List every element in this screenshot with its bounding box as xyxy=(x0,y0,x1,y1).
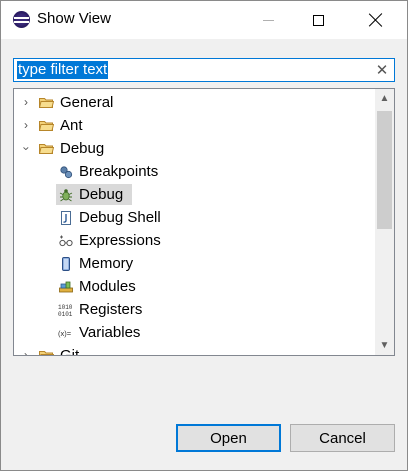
tree-item-label: Debug xyxy=(79,186,124,203)
tree-item-label: Registers xyxy=(79,301,143,318)
filter-input-value: type filter text xyxy=(17,61,109,79)
debug-shell-icon xyxy=(61,211,71,225)
window-title: Show View xyxy=(37,10,111,27)
tree-item-debug-folder[interactable]: › Debug xyxy=(14,137,374,160)
filter-input[interactable]: type filter text ✕ xyxy=(13,58,395,82)
tree-item-label: Git xyxy=(60,347,80,356)
folder-icon xyxy=(39,121,54,131)
tree-item-expressions[interactable]: Expressions xyxy=(14,229,374,252)
clear-filter-icon[interactable]: ✕ xyxy=(374,61,390,79)
tree-item-debug-view[interactable]: Debug xyxy=(14,183,374,206)
tree-item-label: Modules xyxy=(79,278,136,295)
cancel-button[interactable]: Cancel xyxy=(290,424,395,452)
expand-chevron-icon[interactable]: › xyxy=(20,91,32,114)
tree-item-label: Debug xyxy=(60,140,105,157)
svg-text:1010: 1010 xyxy=(58,304,73,311)
tree-item-label: Expressions xyxy=(79,232,161,249)
scroll-up-arrow-icon[interactable]: ▲ xyxy=(375,90,394,107)
open-button[interactable]: Open xyxy=(176,424,281,452)
bug-icon xyxy=(59,189,73,202)
expand-chevron-icon[interactable]: › xyxy=(20,344,32,355)
folder-icon xyxy=(39,98,54,108)
close-icon xyxy=(369,13,383,27)
tree-item-label: Memory xyxy=(79,255,134,272)
svg-text:(x)=: (x)= xyxy=(58,329,72,338)
tree-item-registers[interactable]: 1010 0101 Registers xyxy=(14,298,374,321)
view-tree[interactable]: › General › Ant › Debug Breakpoints Debu… xyxy=(13,88,395,356)
tree-item-label: Variables xyxy=(79,324,141,341)
folder-icon xyxy=(39,351,54,355)
tree-item-label: Debug Shell xyxy=(79,209,161,226)
eclipse-logo-icon xyxy=(13,11,30,28)
maximize-icon xyxy=(312,14,324,26)
close-button[interactable] xyxy=(353,1,399,39)
show-view-dialog: Show View type filter text ✕ › General › xyxy=(0,0,408,471)
variables-icon: (x)= xyxy=(58,329,72,338)
scrollbar-thumb[interactable] xyxy=(377,111,392,229)
breakpoints-icon xyxy=(60,166,73,179)
vertical-scrollbar[interactable]: ▲ ▼ xyxy=(375,89,394,355)
modules-icon xyxy=(59,281,73,293)
tree-item-label: Breakpoints xyxy=(79,163,159,180)
maximize-button[interactable] xyxy=(295,1,341,39)
minimize-button[interactable] xyxy=(245,1,291,39)
svg-text:0101: 0101 xyxy=(58,311,73,318)
memory-icon xyxy=(62,257,70,271)
tree-item-label: Ant xyxy=(60,117,83,134)
tree-item-memory[interactable]: Memory xyxy=(14,252,374,275)
title-bar: Show View xyxy=(1,1,407,39)
registers-icon: 1010 0101 xyxy=(58,304,73,318)
minimize-icon xyxy=(262,19,274,21)
tree-item-modules[interactable]: Modules xyxy=(14,275,374,298)
tree-item-git[interactable]: › Git xyxy=(14,344,374,356)
tree-item-label: General xyxy=(60,94,114,111)
tree-item-ant[interactable]: › Ant xyxy=(14,114,374,137)
scroll-down-arrow-icon[interactable]: ▼ xyxy=(375,337,394,354)
tree-item-variables[interactable]: (x)= Variables xyxy=(14,321,374,344)
expressions-icon xyxy=(59,235,73,247)
tree-item-debug-shell[interactable]: Debug Shell xyxy=(14,206,374,229)
tree-item-general[interactable]: › General xyxy=(14,91,374,114)
folder-open-icon xyxy=(39,144,54,154)
expand-chevron-icon[interactable]: › xyxy=(20,114,32,137)
collapse-chevron-icon[interactable]: › xyxy=(15,143,38,155)
tree-item-breakpoints[interactable]: Breakpoints xyxy=(14,160,374,183)
